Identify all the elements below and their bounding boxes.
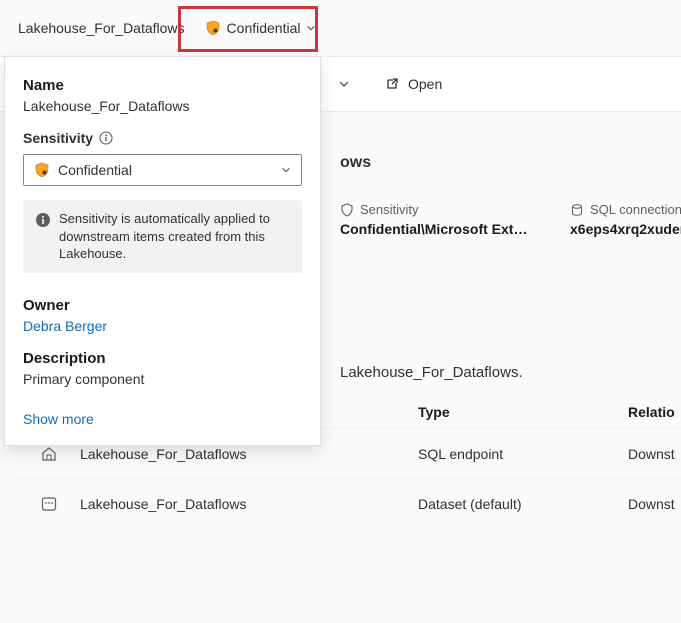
sensitivity-pill-label: Confidential bbox=[227, 20, 301, 36]
row-type: Dataset (default) bbox=[418, 496, 628, 512]
owner-link[interactable]: Debra Berger bbox=[23, 318, 107, 334]
top-bar: Lakehouse_For_Dataflows Confidential bbox=[0, 0, 681, 56]
details-section-title: ows bbox=[340, 130, 681, 196]
dataset-icon bbox=[40, 495, 58, 513]
more-chevron-button[interactable] bbox=[330, 70, 358, 98]
meta-sensitivity-label: Sensitivity bbox=[360, 202, 419, 217]
row-name: Lakehouse_For_Dataflows bbox=[80, 446, 418, 462]
name-label: Name bbox=[23, 77, 302, 94]
sensitivity-label: Sensitivity bbox=[23, 130, 302, 146]
name-value: Lakehouse_For_Dataflows bbox=[23, 98, 302, 114]
column-type[interactable]: Type bbox=[418, 404, 628, 420]
sensitivity-pill[interactable]: Confidential bbox=[195, 16, 327, 40]
table-row[interactable]: Lakehouse_For_Dataflows Dataset (default… bbox=[18, 478, 681, 528]
shield-icon bbox=[340, 203, 354, 217]
row-type: SQL endpoint bbox=[418, 446, 628, 462]
meta-sql-connection: SQL connection strin x6eps4xrq2xudenlfv bbox=[570, 202, 681, 237]
row-relation: Downst bbox=[628, 496, 681, 512]
sensitivity-dropdown-value: Confidential bbox=[58, 162, 132, 178]
open-button[interactable]: Open bbox=[376, 70, 450, 98]
sensitivity-dropdown[interactable]: Confidential bbox=[23, 154, 302, 186]
owner-label: Owner bbox=[23, 297, 302, 314]
meta-sql-label: SQL connection strin bbox=[590, 202, 681, 217]
database-icon bbox=[570, 203, 584, 217]
chevron-down-icon bbox=[281, 165, 291, 175]
sql-endpoint-icon bbox=[40, 445, 58, 463]
sensitivity-info-text: Sensitivity is automatically applied to … bbox=[59, 210, 290, 263]
info-icon bbox=[35, 212, 51, 228]
row-relation: Downst bbox=[628, 446, 681, 462]
description-value: Primary component bbox=[23, 371, 302, 387]
details-popover: Name Lakehouse_For_Dataflows Sensitivity… bbox=[4, 56, 321, 446]
breadcrumb[interactable]: Lakehouse_For_Dataflows bbox=[10, 14, 193, 42]
description-label: Description bbox=[23, 350, 302, 367]
meta-sensitivity-value: Confidential\Microsoft Ext… bbox=[340, 221, 500, 237]
lineage-section: Lakehouse_For_Dataflows. bbox=[340, 340, 681, 397]
lineage-title: Lakehouse_For_Dataflows. bbox=[340, 340, 681, 397]
show-more-link[interactable]: Show more bbox=[23, 411, 94, 427]
meta-sensitivity: Sensitivity Confidential\Microsoft Ext… bbox=[340, 202, 500, 237]
chevron-down-icon bbox=[306, 23, 316, 33]
shield-icon bbox=[205, 20, 221, 36]
column-relation[interactable]: Relatio bbox=[628, 404, 681, 420]
row-name: Lakehouse_For_Dataflows bbox=[80, 496, 418, 512]
info-icon[interactable] bbox=[99, 131, 113, 145]
sensitivity-info-callout: Sensitivity is automatically applied to … bbox=[23, 200, 302, 273]
details-panel: ows Sensitivity Confidential\Microsoft E… bbox=[340, 130, 681, 237]
shield-icon bbox=[34, 162, 50, 178]
open-external-icon bbox=[384, 76, 400, 92]
meta-sql-value: x6eps4xrq2xudenlfv bbox=[570, 221, 681, 237]
open-button-label: Open bbox=[408, 76, 442, 92]
